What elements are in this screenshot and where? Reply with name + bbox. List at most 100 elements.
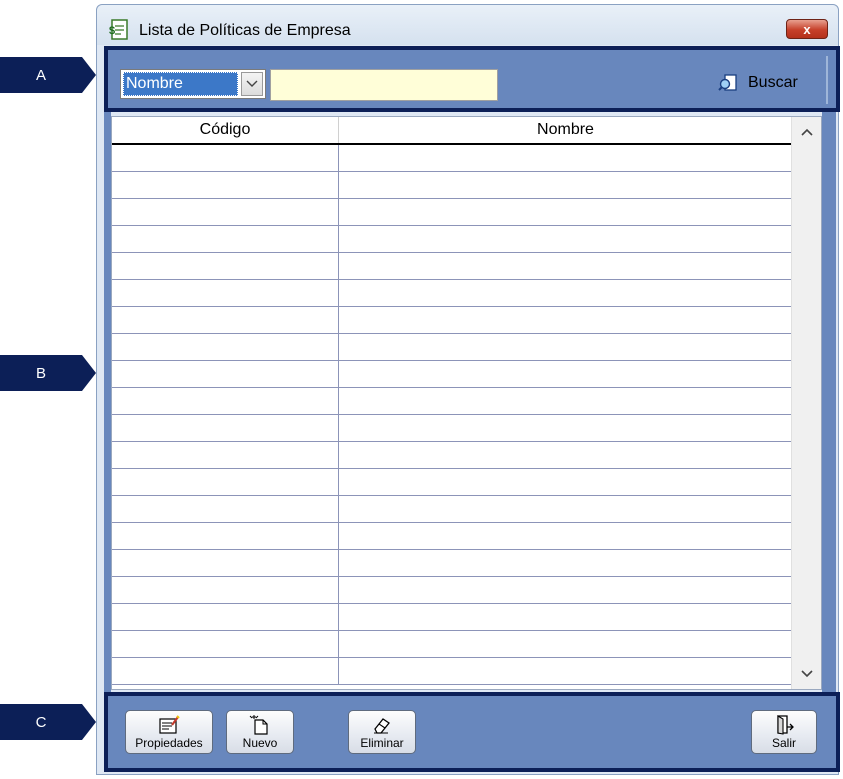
- callout-b: B: [0, 355, 100, 391]
- cell-codigo[interactable]: [112, 550, 339, 576]
- close-icon: x: [803, 21, 811, 37]
- cell-nombre[interactable]: [339, 172, 792, 198]
- cell-nombre[interactable]: [339, 199, 792, 225]
- cell-nombre[interactable]: [339, 577, 792, 603]
- cell-codigo[interactable]: [112, 280, 339, 306]
- cell-codigo[interactable]: [112, 415, 339, 441]
- grid-right-border: [822, 112, 836, 692]
- cell-nombre[interactable]: [339, 280, 792, 306]
- chevron-down-icon[interactable]: [241, 72, 263, 96]
- buscar-label: Buscar: [748, 74, 798, 91]
- column-header-nombre[interactable]: Nombre: [339, 117, 792, 143]
- table-row[interactable]: [112, 307, 792, 334]
- grid-left-border: [104, 112, 111, 692]
- cell-codigo[interactable]: [112, 469, 339, 495]
- table-row[interactable]: [112, 334, 792, 361]
- table-row[interactable]: [112, 469, 792, 496]
- callout-b-label: B: [0, 355, 82, 391]
- cell-nombre[interactable]: [339, 361, 792, 387]
- table-row[interactable]: [112, 361, 792, 388]
- table-row[interactable]: [112, 523, 792, 550]
- title-bar[interactable]: $ Lista de Políticas de Empresa x: [97, 5, 838, 45]
- cell-codigo[interactable]: [112, 199, 339, 225]
- table-row[interactable]: [112, 415, 792, 442]
- table-row[interactable]: [112, 496, 792, 523]
- cell-codigo[interactable]: [112, 145, 339, 171]
- window-title: Lista de Políticas de Empresa: [139, 22, 351, 39]
- table-row[interactable]: [112, 631, 792, 658]
- cell-nombre[interactable]: [339, 442, 792, 468]
- table-row[interactable]: [112, 388, 792, 415]
- cell-nombre[interactable]: [339, 145, 792, 171]
- vertical-scrollbar[interactable]: [791, 117, 821, 689]
- svg-text:$: $: [109, 25, 115, 37]
- magnifier-icon: [718, 74, 737, 91]
- cell-nombre[interactable]: [339, 604, 792, 630]
- column-header-codigo[interactable]: Código: [112, 117, 339, 143]
- callout-a-label: A: [0, 57, 82, 93]
- scroll-up-icon[interactable]: [792, 119, 821, 145]
- cell-codigo[interactable]: [112, 577, 339, 603]
- salir-button[interactable]: Salir: [751, 710, 817, 754]
- cell-nombre[interactable]: [339, 631, 792, 657]
- exit-door-icon: [777, 715, 794, 735]
- cell-codigo[interactable]: [112, 523, 339, 549]
- panel-divider: [826, 56, 828, 104]
- cell-codigo[interactable]: [112, 361, 339, 387]
- properties-icon: [159, 715, 180, 734]
- cell-nombre[interactable]: [339, 415, 792, 441]
- salir-label: Salir: [771, 736, 796, 750]
- cell-nombre[interactable]: [339, 523, 792, 549]
- propiedades-button[interactable]: Propiedades: [125, 710, 213, 754]
- cell-codigo[interactable]: [112, 226, 339, 252]
- button-bar: Propiedades Nuevo Eliminar Salir: [104, 692, 840, 772]
- cell-codigo[interactable]: [112, 496, 339, 522]
- search-panel: Nombre Buscar: [104, 46, 840, 112]
- cell-nombre[interactable]: [339, 307, 792, 333]
- close-button[interactable]: x: [786, 19, 828, 39]
- eliminar-label: Eliminar: [360, 736, 404, 750]
- table-row[interactable]: [112, 604, 792, 631]
- scroll-down-icon[interactable]: [792, 661, 821, 687]
- cell-codigo[interactable]: [112, 172, 339, 198]
- callout-c-label: C: [0, 704, 82, 740]
- cell-nombre[interactable]: [339, 388, 792, 414]
- cell-nombre[interactable]: [339, 658, 792, 684]
- nuevo-label: Nuevo: [242, 736, 278, 750]
- table-row[interactable]: [112, 253, 792, 280]
- grid-body: [112, 145, 792, 685]
- cell-codigo[interactable]: [112, 442, 339, 468]
- cell-nombre[interactable]: [339, 469, 792, 495]
- table-row[interactable]: [112, 550, 792, 577]
- cell-codigo[interactable]: [112, 658, 339, 684]
- cell-nombre[interactable]: [339, 253, 792, 279]
- table-row[interactable]: [112, 442, 792, 469]
- table-row[interactable]: [112, 280, 792, 307]
- cell-codigo[interactable]: [112, 388, 339, 414]
- table-row[interactable]: [112, 199, 792, 226]
- table-row[interactable]: [112, 658, 792, 685]
- nuevo-button[interactable]: Nuevo: [226, 710, 294, 754]
- table-row[interactable]: [112, 226, 792, 253]
- cell-nombre[interactable]: [339, 550, 792, 576]
- policies-grid[interactable]: Código Nombre: [111, 116, 822, 690]
- propiedades-label: Propiedades: [135, 736, 203, 750]
- table-row[interactable]: [112, 145, 792, 172]
- cell-nombre[interactable]: [339, 226, 792, 252]
- cell-nombre[interactable]: [339, 334, 792, 360]
- cell-nombre[interactable]: [339, 496, 792, 522]
- search-field-select[interactable]: Nombre: [120, 69, 266, 99]
- search-input[interactable]: [270, 69, 498, 101]
- cell-codigo[interactable]: [112, 631, 339, 657]
- new-document-icon: [249, 715, 268, 735]
- table-row[interactable]: [112, 172, 792, 199]
- table-row[interactable]: [112, 577, 792, 604]
- cell-codigo[interactable]: [112, 253, 339, 279]
- document-icon: $: [109, 19, 128, 40]
- cell-codigo[interactable]: [112, 604, 339, 630]
- callout-c: C: [0, 704, 100, 740]
- eliminar-button[interactable]: Eliminar: [348, 710, 416, 754]
- cell-codigo[interactable]: [112, 334, 339, 360]
- cell-codigo[interactable]: [112, 307, 339, 333]
- buscar-button[interactable]: Buscar: [718, 68, 822, 98]
